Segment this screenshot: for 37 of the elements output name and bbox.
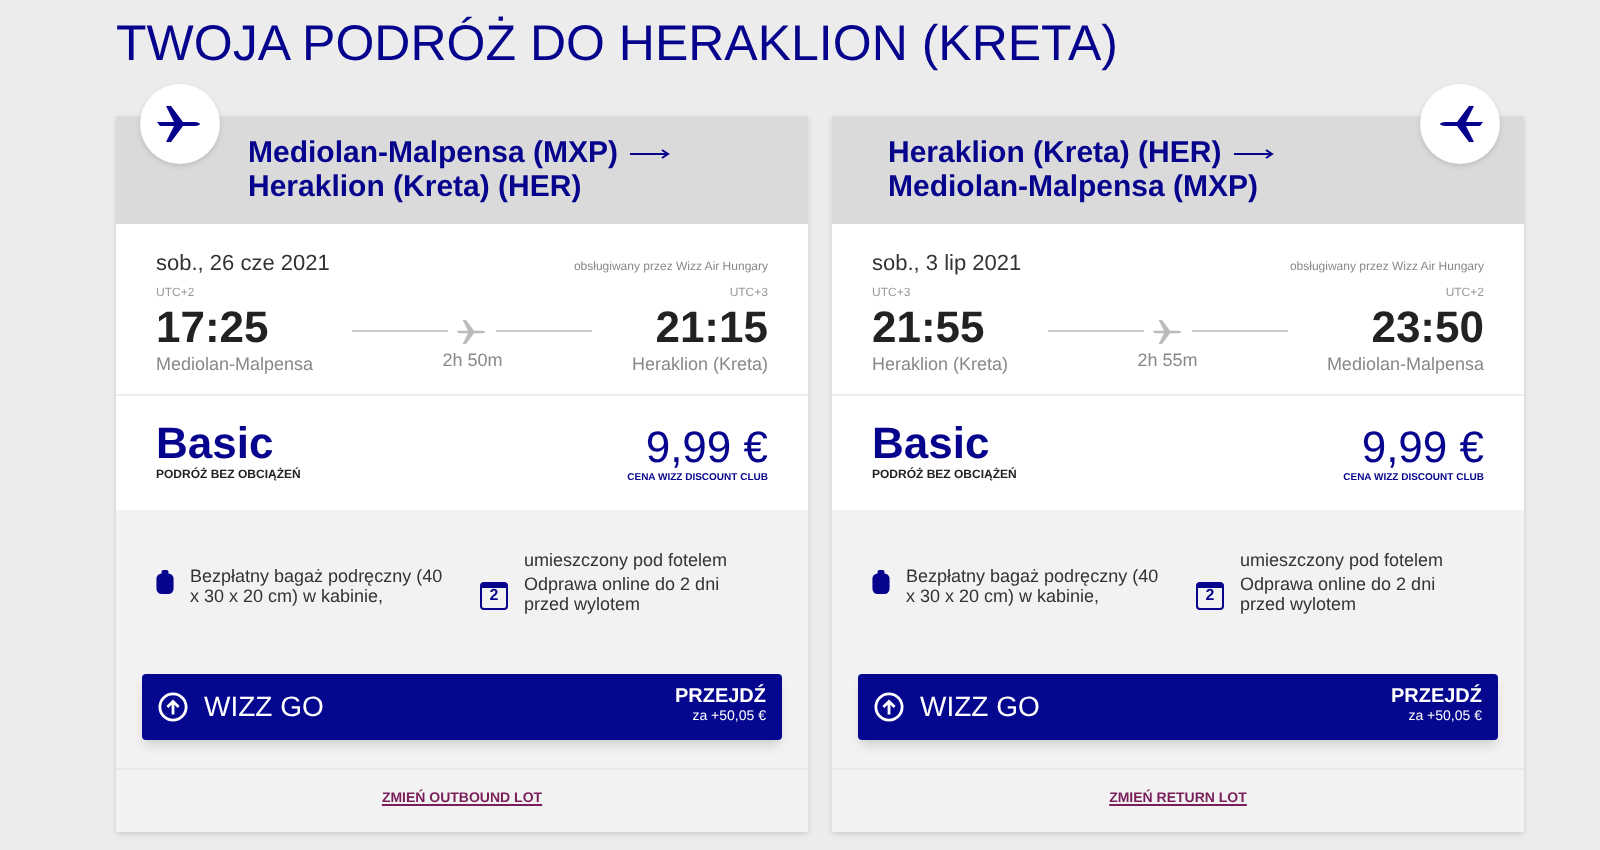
checkin-text: Odprawa online do 2 dni przed wylotem bbox=[1240, 574, 1438, 614]
departure-city: Mediolan-Malpensa bbox=[156, 351, 314, 378]
departure-time: 17:25 bbox=[156, 303, 271, 351]
arrival-time: 23:50 bbox=[1371, 303, 1484, 351]
destination-airport: Mediolan-Malpensa (MXP) bbox=[888, 170, 1259, 204]
calendar-icon: 2 bbox=[1196, 582, 1224, 610]
departure-city: Heraklion (Kreta) bbox=[872, 351, 1009, 378]
airplane-icon bbox=[156, 100, 204, 148]
price: 9,99 € bbox=[1361, 423, 1484, 471]
airplane-icon bbox=[1436, 100, 1484, 148]
origin-airport: Mediolan-Malpensa (MXP) bbox=[248, 136, 619, 170]
origin-airport: Heraklion (Kreta) (HER) bbox=[888, 136, 1222, 170]
destination-airport: Heraklion (Kreta) (HER) bbox=[248, 170, 582, 204]
flight-date: sob., 3 lip 2021 bbox=[872, 250, 1022, 280]
fare-name: Basic bbox=[872, 420, 990, 468]
checkin-text: Odprawa online do 2 dni przed wylotem bbox=[524, 574, 722, 614]
backpack-icon bbox=[156, 570, 174, 594]
airplane-icon bbox=[1151, 315, 1184, 347]
right-arrow-icon bbox=[630, 148, 671, 161]
arrival-city: Heraklion (Kreta) bbox=[631, 351, 768, 378]
airplane-icon bbox=[456, 315, 489, 347]
price: 9,99 € bbox=[645, 423, 768, 471]
flight-date: sob., 26 cze 2021 bbox=[156, 250, 330, 280]
fare-name: Basic bbox=[156, 420, 274, 468]
arrival-city: Mediolan-Malpensa bbox=[1326, 351, 1484, 378]
calendar-icon: 2 bbox=[480, 582, 508, 610]
departure-time: 21:55 bbox=[872, 303, 987, 351]
seat-note: umieszczony pod fotelem bbox=[522, 550, 730, 570]
seat-note: umieszczony pod fotelem bbox=[1238, 550, 1446, 570]
flight-duration: 2h 50m bbox=[442, 347, 503, 373]
arrival-time: 21:15 bbox=[655, 303, 768, 351]
backpack-icon bbox=[872, 570, 890, 594]
right-arrow-icon bbox=[1233, 148, 1274, 161]
flight-duration: 2h 55m bbox=[1137, 347, 1198, 373]
baggage-text: Bezpłatny bagaż podręczny (40 x 30 x 20 cm) w kabinie, bbox=[190, 566, 445, 606]
baggage-text: Bezpłatny bagaż podręczny (40 x 30 x 20 cm) w kabinie, bbox=[906, 566, 1161, 606]
page-title: TWOJA PODRÓŻ DO HERAKLION (KRETA) bbox=[116, 14, 1120, 76]
